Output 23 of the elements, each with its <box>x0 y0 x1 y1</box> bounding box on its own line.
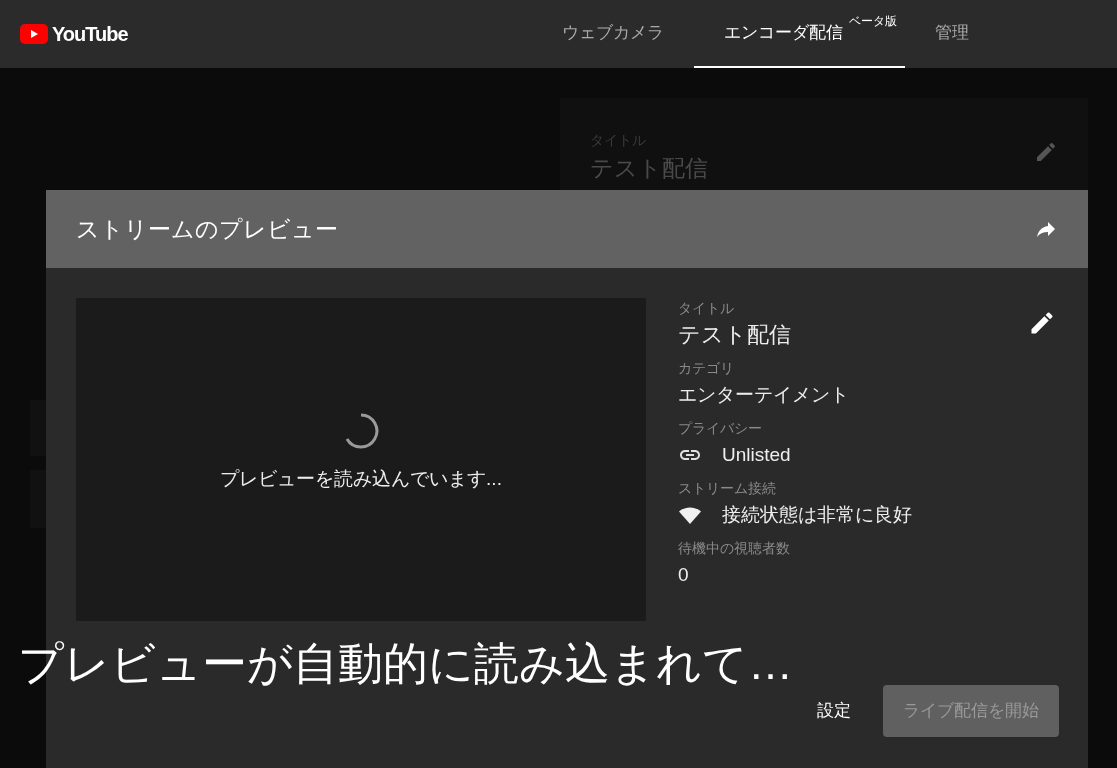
field-label: カテゴリ <box>678 359 735 378</box>
nav-tab[interactable]: エンコーダ配信 ベータ版 <box>694 0 905 68</box>
nav-tab[interactable]: ウェブカメラ <box>532 0 694 68</box>
field-value: エンターテイメント <box>678 383 849 407</box>
nav-tab[interactable]: 管理 <box>905 0 999 68</box>
play-logo-icon <box>20 24 48 44</box>
loading-text: プレビューを読み込んでいます... <box>220 467 502 491</box>
dialog-title: ストリームのプレビュー <box>76 214 338 244</box>
field-value: 0 <box>678 563 689 587</box>
field-label: タイトル <box>678 299 735 318</box>
field-value: テスト配信 <box>590 154 708 183</box>
faint-panel <box>30 470 46 528</box>
faint-panel <box>30 400 46 456</box>
caption-text: プレビューが自動的に読み込まれて… <box>18 637 793 691</box>
field-label: 待機中の視聴者数 <box>678 539 791 558</box>
field-value: Unlisted <box>722 443 791 467</box>
field-value: 接続状態は非常に良好 <box>722 503 912 527</box>
settings-button[interactable]: 設定 <box>797 685 871 737</box>
field-label: プライバシー <box>678 419 763 438</box>
beta-label: ベータ版 <box>849 13 897 30</box>
field-label: ストリーム接続 <box>678 479 777 498</box>
field-value: テスト配信 <box>678 321 791 349</box>
logo-text: YouTube <box>52 22 128 47</box>
